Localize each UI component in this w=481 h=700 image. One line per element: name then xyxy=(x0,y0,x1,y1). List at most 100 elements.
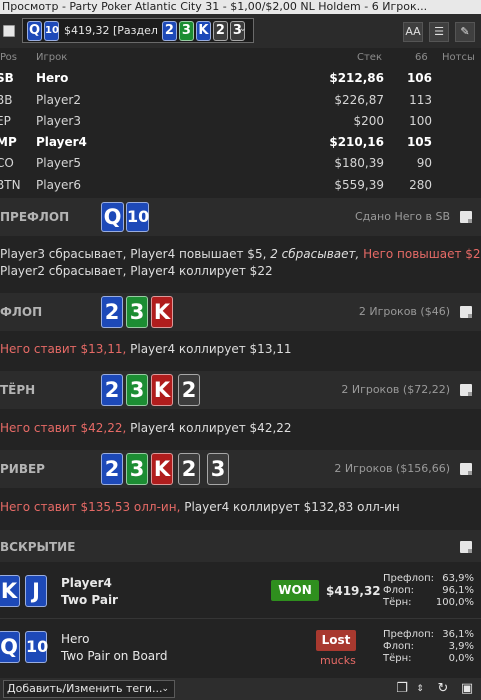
preflop-action-a: Player3 сбрасывает, Player4 повышает $5, xyxy=(0,247,267,261)
equity-label: Тёрн: xyxy=(383,653,412,664)
copy-icon[interactable]: ❐ xyxy=(393,680,411,698)
equity-label: Префлоп: xyxy=(383,573,434,584)
turn-other-action: Player4 коллирует $42,22 xyxy=(130,421,292,435)
row-stack: $226,87 xyxy=(334,93,384,107)
tag-select[interactable]: Добавить/Изменить теги... ⌄ xyxy=(3,680,175,698)
street-preflop-header: ПРЕФЛОП Q 10 Сдано Него в SB xyxy=(0,198,481,236)
font-size-button[interactable]: AA xyxy=(403,22,423,42)
row-pos: CO xyxy=(0,156,14,170)
street-turn-header: ТЁРН 2 3 K 2 2 Игроков ($72,22) xyxy=(0,371,481,409)
result-player-name: Player4 xyxy=(61,576,112,590)
equity-value: 96,1% xyxy=(442,585,474,596)
note-icon[interactable] xyxy=(460,463,472,475)
result-divider xyxy=(0,618,481,619)
equity-value: 100,0% xyxy=(435,597,474,608)
list-view-button[interactable]: ☰ xyxy=(429,22,449,42)
row-player: Player4 xyxy=(36,135,87,149)
equity-label: Флоп: xyxy=(383,641,415,652)
preflop-actions: Player3 сбрасывает, Player4 повышает $5,… xyxy=(0,245,481,263)
equity-panel: Префлоп: 63,9% Флоп: 96,1% Тёрн: 100,0% xyxy=(383,573,474,609)
font-size-icon: AA xyxy=(405,25,421,38)
edit-button[interactable]: ✎ xyxy=(455,22,475,42)
result-card-1: Q xyxy=(0,631,20,663)
row-hands: 113 xyxy=(409,93,432,107)
equity-value: 36,1% xyxy=(442,629,474,640)
equity-label: Префлоп: xyxy=(383,629,434,640)
row-stack: $200 xyxy=(353,114,384,128)
street-preflop-label: ПРЕФЛОП xyxy=(0,210,70,224)
pencil-icon: ✎ xyxy=(460,25,470,38)
street-showdown-label: ВСКРЫТИЕ xyxy=(0,540,76,554)
header-player: Игрок xyxy=(36,52,68,63)
street-flop-info: 2 Игроков ($46) xyxy=(358,305,450,318)
turn-actions: Него ставит $42,22, Player4 коллирует $4… xyxy=(0,419,481,437)
street-flop-label: ФЛОП xyxy=(0,305,43,319)
header-pos: Pos xyxy=(0,52,18,63)
players-table-header: Pos Игрок Стек 66 Нотсы xyxy=(0,48,481,66)
hand-selector[interactable]: Q 10 $419,32 [Раздел 2 3 K 2 3 ⌄ xyxy=(22,18,254,43)
header-stack: Стек xyxy=(357,52,382,63)
turn-card-4: 2 xyxy=(178,374,200,406)
chevron-down-icon: ⌄ xyxy=(161,684,169,694)
hero-card-1: Q xyxy=(27,20,42,41)
tag-select-label: Добавить/Изменить теги... xyxy=(7,682,163,695)
note-icon[interactable] xyxy=(460,211,472,223)
flop-card-2: 3 xyxy=(126,296,148,328)
row-hands: 105 xyxy=(406,135,432,149)
table-row[interactable]: CO Player5 $180,39 90 xyxy=(0,153,481,174)
table-row[interactable]: BB Player2 $226,87 113 xyxy=(0,90,481,111)
up-down-icon[interactable]: ⇕ xyxy=(411,680,429,698)
result-hand-rank: Two Pair xyxy=(61,593,118,607)
street-flop-header: ФЛОП 2 3 K 2 Игроков ($46) xyxy=(0,293,481,331)
street-turn-label: ТЁРН xyxy=(0,383,36,397)
result-card-2: J xyxy=(25,575,47,607)
river-other-action: Player4 коллирует $132,83 олл-ин xyxy=(184,500,400,514)
header-notes: Нотсы xyxy=(442,52,475,63)
row-stack: $212,86 xyxy=(329,71,384,85)
street-river-header: РИВЕР 2 3 K 2 3 2 Игроков ($156,66) xyxy=(0,450,481,488)
showdown-result-hero: Q 10 Hero Two Pair on Board Lost mucks П… xyxy=(0,622,481,676)
board-card-2: 3 xyxy=(178,20,194,41)
river-card-3: K xyxy=(151,453,173,485)
row-player: Player6 xyxy=(36,178,81,192)
river-card-4: 2 xyxy=(178,453,200,485)
table-row[interactable]: EP Player3 $200 100 xyxy=(0,111,481,132)
bottom-bar: Добавить/Изменить теги... ⌄ ❐ ⇕ ↻ ▣ xyxy=(0,678,481,700)
river-card-2: 3 xyxy=(126,453,148,485)
turn-card-3: K xyxy=(151,374,173,406)
flop-card-3: K xyxy=(151,296,173,328)
flop-hero-action: Него ставит $13,11, xyxy=(0,342,127,356)
note-icon[interactable] xyxy=(460,541,472,553)
equity-value: 63,9% xyxy=(442,573,474,584)
lost-badge: Lost xyxy=(316,630,356,651)
street-turn-info: 2 Игроков ($72,22) xyxy=(341,383,450,396)
refresh-icon[interactable]: ↻ xyxy=(434,680,452,698)
note-icon[interactable] xyxy=(460,384,472,396)
flop-actions: Него ставит $13,11, Player4 коллирует $1… xyxy=(0,340,481,358)
board-card-4: 2 xyxy=(212,20,228,41)
river-hero-action: Него ставит $135,53 олл-ин, xyxy=(0,500,181,514)
showdown-result-player4: K J Player4 Two Pair WON $419,32 Префлоп… xyxy=(0,566,481,616)
row-stack: $180,39 xyxy=(334,156,384,170)
result-mucks: mucks xyxy=(320,654,356,667)
row-stack: $210,16 xyxy=(329,135,384,149)
table-row[interactable]: BTN Player6 $559,39 280 xyxy=(0,175,481,196)
chevron-down-icon: ⌄ xyxy=(238,23,247,34)
row-hands: 100 xyxy=(409,114,432,128)
note-icon[interactable] xyxy=(460,306,472,318)
equity-value: 0,0% xyxy=(448,653,474,664)
row-hands: 90 xyxy=(416,156,432,170)
preflop-hero-action: Него повышает $22, xyxy=(363,247,481,261)
street-river-label: РИВЕР xyxy=(0,462,45,476)
save-icon[interactable]: ▣ xyxy=(458,680,476,698)
result-amount: $419,32 xyxy=(326,584,381,598)
hero-card-2: 10 xyxy=(44,20,59,41)
preflop-card-2: 10 xyxy=(126,202,149,232)
row-hands: 106 xyxy=(406,71,432,85)
table-row[interactable]: SB Hero $212,86 106 xyxy=(0,68,481,89)
row-stack: $559,39 xyxy=(334,178,384,192)
select-hand-checkbox[interactable] xyxy=(3,25,15,37)
row-pos: BB xyxy=(0,93,13,107)
toolbar: Q 10 $419,32 [Раздел 2 3 K 2 3 ⌄ AA ☰ ✎ xyxy=(0,14,481,48)
table-row[interactable]: MP Player4 $210,16 105 xyxy=(0,132,481,153)
